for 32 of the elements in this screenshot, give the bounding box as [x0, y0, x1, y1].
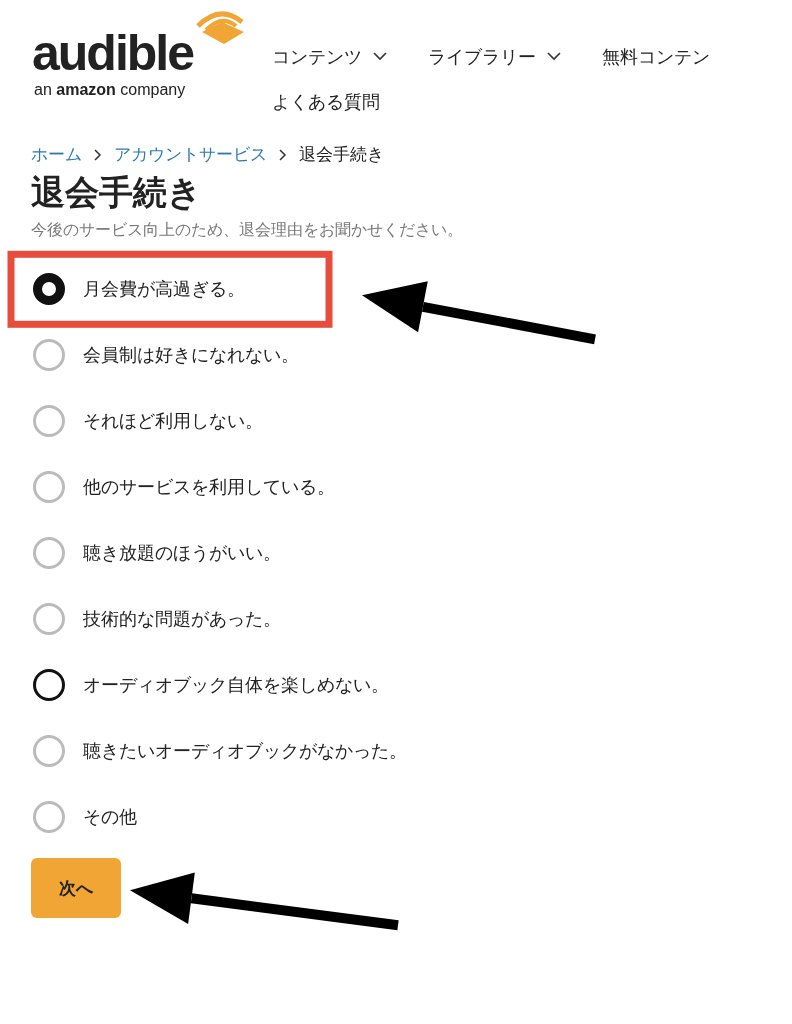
breadcrumb-link[interactable]: ホーム — [31, 142, 82, 168]
nav-link[interactable]: 無料コンテン — [601, 40, 710, 73]
chevron-right-icon — [279, 148, 287, 161]
radio-label[interactable]: 聴き放題のほうがいい。 — [83, 540, 281, 567]
nav-link[interactable]: よくある質問 — [271, 85, 380, 118]
radio-label[interactable]: 月会費が高過ぎる。 — [83, 276, 245, 303]
radio-label[interactable]: オーディオブック自体を楽しめない。 — [83, 672, 389, 699]
radio-button[interactable] — [33, 603, 65, 636]
radio-button[interactable] — [33, 339, 65, 372]
radio-button[interactable] — [33, 801, 65, 834]
logo-tagline: an amazon company — [34, 82, 186, 98]
page-subtitle: 今後のサービス向上のため、退会理由をお聞かせください。 — [31, 219, 464, 242]
nav-link[interactable]: ライブラリー — [427, 40, 562, 73]
chevron-right-icon — [94, 148, 102, 161]
radio-label[interactable]: その他 — [83, 804, 137, 831]
breadcrumb-link[interactable]: アカウントサービス — [114, 142, 267, 168]
radio-label[interactable]: 会員制は好きになれない。 — [83, 342, 299, 369]
logo-wordmark[interactable]: audible — [32, 28, 194, 78]
radio-label[interactable]: それほど利用しない。 — [83, 408, 263, 435]
radio-button[interactable] — [33, 471, 65, 504]
breadcrumb-current: 退会手続き — [299, 143, 384, 166]
next-button[interactable]: 次へ — [31, 858, 121, 919]
radio-button[interactable] — [33, 735, 65, 768]
radio-label[interactable]: 他のサービスを利用している。 — [83, 474, 335, 501]
radio-button[interactable] — [33, 273, 65, 306]
radio-label[interactable]: 技術的な問題があった。 — [83, 606, 281, 633]
radio-button[interactable] — [33, 405, 65, 438]
radio-button[interactable] — [33, 669, 65, 702]
nav-link[interactable]: コンテンツ — [271, 40, 388, 73]
radio-label[interactable]: 聴きたいオーディオブックがなかった。 — [83, 738, 407, 765]
page-title: 退会手続き — [31, 171, 203, 213]
radio-button[interactable] — [33, 537, 65, 570]
